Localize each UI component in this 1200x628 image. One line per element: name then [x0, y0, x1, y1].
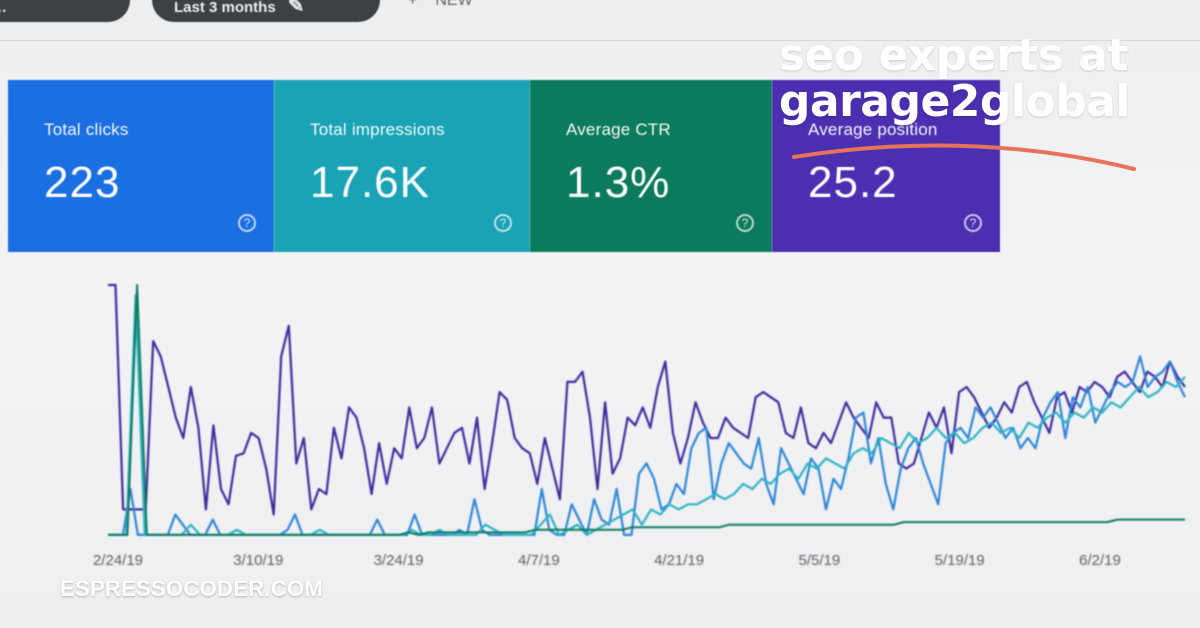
- edit-icon: ✎: [287, 0, 305, 17]
- filter-pill-label: …: [0, 0, 7, 16]
- x-tick-label: 4/7/19: [518, 552, 560, 569]
- search-console-screen: … Last 3 months ✎ + NEW Total clicks 223…: [0, 0, 1200, 628]
- metric-value: 223: [44, 158, 121, 207]
- site-watermark: ESPRESSOCODER.COM: [60, 576, 324, 601]
- performance-chart-svg: 2/24/19 3/10/19 3/24/19 4/7/19 4/21/19 5/5/19…: [93, 283, 1186, 569]
- metric-label: Total impressions: [310, 120, 445, 139]
- x-tick-label: 5/5/19: [799, 552, 841, 569]
- plus-icon: +: [408, 0, 418, 9]
- series-line-3: [108, 284, 1185, 536]
- x-tick-label: 2/24/19: [93, 552, 143, 569]
- metric-label: Total clicks: [44, 120, 129, 139]
- help-icon[interactable]: ?: [964, 214, 982, 232]
- filter-pill[interactable]: …: [0, 0, 130, 22]
- metric-card-average-ctr[interactable]: Average CTR 1.3% ?: [530, 80, 772, 252]
- x-tick-label: 3/24/19: [374, 552, 424, 569]
- overlay-title-line2: garage2global: [778, 76, 1131, 127]
- help-icon[interactable]: ?: [736, 214, 754, 232]
- date-range-pill[interactable]: Last 3 months ✎: [152, 0, 380, 22]
- x-tick-label: 6/2/19: [1079, 552, 1121, 569]
- overlay-title-line1: seo experts at: [778, 30, 1129, 81]
- x-tick-label: 5/19/19: [935, 552, 985, 569]
- metric-card-total-clicks[interactable]: Total clicks 223 ?: [8, 80, 274, 252]
- x-tick-label: 3/10/19: [233, 552, 283, 569]
- metric-value: 17.6K: [310, 158, 430, 207]
- overlay-title: seo experts at garage2global: [778, 30, 1131, 127]
- title-underline: [792, 143, 1136, 171]
- metric-value: 1.3%: [566, 158, 671, 207]
- metric-card-total-impressions[interactable]: Total impressions 17.6K ?: [274, 80, 530, 252]
- x-tick-label: 4/21/19: [654, 552, 704, 569]
- new-label: NEW: [435, 0, 473, 9]
- series-line-0: [108, 283, 1186, 516]
- metric-label: Average CTR: [566, 120, 671, 139]
- new-filter-button[interactable]: + NEW: [408, 0, 473, 10]
- help-icon[interactable]: ?: [494, 214, 512, 232]
- date-range-label: Last 3 months: [174, 0, 276, 16]
- help-icon[interactable]: ?: [238, 214, 256, 232]
- performance-chart: 2/24/19 3/10/19 3/24/19 4/7/19 4/21/19 5/5/19…: [0, 255, 1200, 575]
